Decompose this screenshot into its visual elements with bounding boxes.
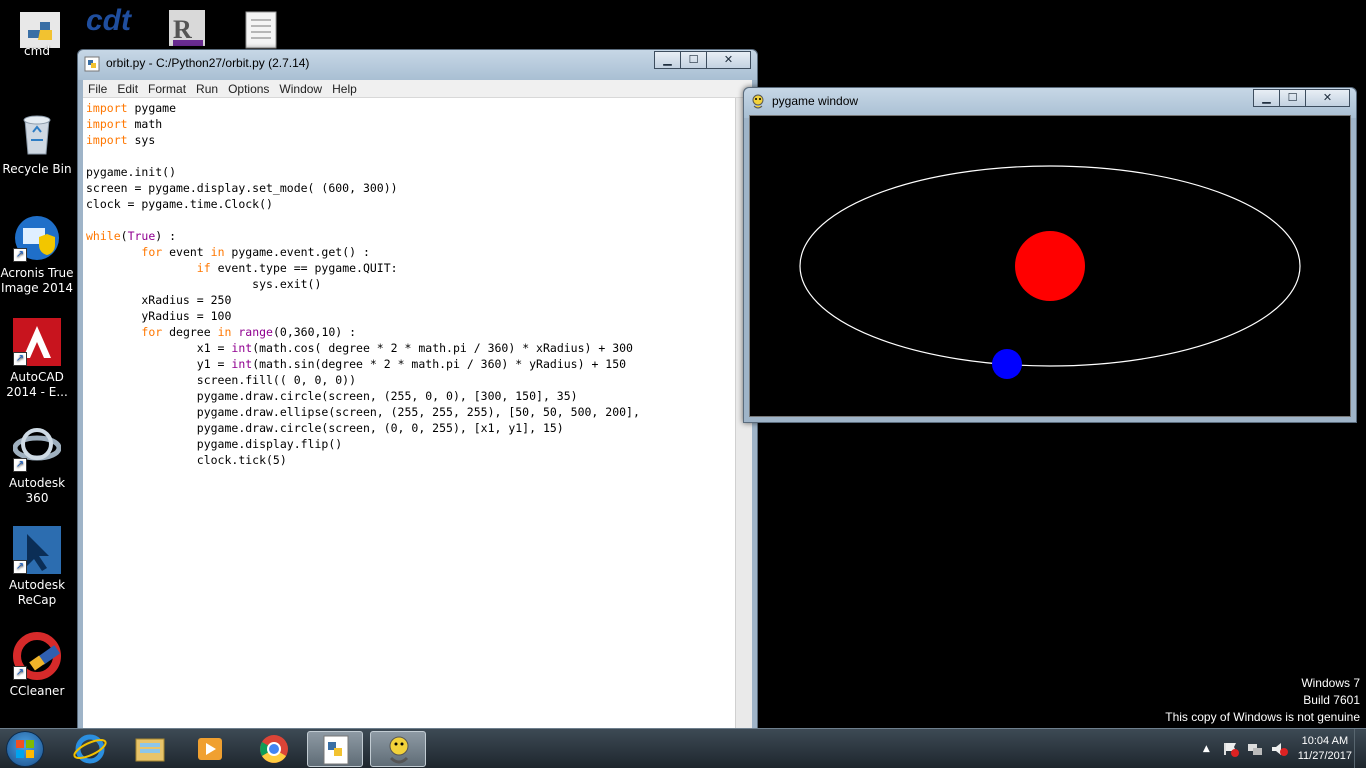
- menu-file[interactable]: File: [83, 80, 112, 97]
- tray-expand-button[interactable]: ▲: [1203, 744, 1210, 754]
- taskbar-chrome[interactable]: [246, 731, 302, 767]
- maximize-button[interactable]: ☐: [1279, 89, 1306, 107]
- volume-muted-icon[interactable]: [1270, 741, 1288, 757]
- folder-icon: [135, 738, 165, 762]
- menu-bar: File Edit Format Run Options Window Help: [83, 80, 752, 98]
- desktop-icon-cdt[interactable]: cdt: [86, 4, 134, 44]
- windows-watermark: Windows 7 Build 7601 This copy of Window…: [1165, 675, 1360, 726]
- menu-format[interactable]: Format: [143, 80, 191, 97]
- shortcut-arrow-icon: ↗: [13, 666, 27, 680]
- shortcut-arrow-icon: ↗: [13, 560, 27, 574]
- pygame-snake-icon: [752, 94, 764, 109]
- start-button[interactable]: [6, 731, 44, 767]
- python-file-icon: [84, 56, 100, 72]
- shortcut-arrow-icon: ↗: [13, 248, 27, 262]
- action-center-flag-icon[interactable]: [1222, 741, 1240, 757]
- taskbar-file-explorer[interactable]: [122, 731, 178, 767]
- internet-explorer-icon: [73, 734, 107, 764]
- pygame-snake-icon: [389, 736, 409, 764]
- watermark-genuine: This copy of Windows is not genuine: [1165, 710, 1360, 724]
- shortcut-arrow-icon: ↗: [13, 352, 27, 366]
- desktop-icon-autodesk-360[interactable]: ↗ Autodesk 360: [0, 424, 74, 506]
- idle-editor-window[interactable]: orbit.py - C:/Python27/orbit.py (2.7.14)…: [77, 49, 758, 729]
- close-button[interactable]: ✕: [706, 51, 751, 69]
- desktop-icon-label: Recycle Bin: [2, 162, 72, 176]
- window-title: pygame window: [772, 94, 859, 108]
- desktop-icon-label: Autodesk 360: [8, 476, 66, 505]
- taskbar-internet-explorer[interactable]: [62, 731, 118, 767]
- minimize-button[interactable]: ▁: [654, 51, 681, 69]
- media-player-icon: [198, 738, 222, 760]
- menu-options[interactable]: Options: [223, 80, 274, 97]
- desktop-icon-label: AutoCAD 2014 - E...: [6, 370, 68, 399]
- desktop-icon-rx[interactable]: R: [163, 6, 211, 46]
- menu-edit[interactable]: Edit: [112, 80, 143, 97]
- taskbar: ▲ 10:04 AM 11/27/2017: [0, 728, 1366, 768]
- taskbar-clock[interactable]: 10:04 AM 11/27/2017: [1298, 734, 1352, 764]
- acronis-icon: ↗: [13, 214, 61, 262]
- show-desktop-button[interactable]: [1354, 729, 1366, 768]
- desktop-icon-autodesk-recap[interactable]: ↗ Autodesk ReCap: [0, 526, 74, 608]
- taskbar-media-player[interactable]: [182, 731, 238, 767]
- maximize-button[interactable]: ☐: [680, 51, 707, 69]
- desktop-icon-text-file[interactable]: [244, 10, 292, 50]
- code-editor[interactable]: import pygame import math import sys pyg…: [83, 98, 735, 728]
- desktop-icon-recycle-bin[interactable]: Recycle Bin: [0, 110, 74, 177]
- shortcut-arrow-icon: ↗: [13, 458, 27, 472]
- desktop-icon-label: Acronis True Image 2014: [0, 266, 74, 295]
- pygame-window[interactable]: pygame window ▁ ☐ ✕: [743, 87, 1357, 423]
- watermark-build: Build 7601: [1303, 693, 1360, 707]
- desktop-icon-cmd[interactable]: cmd: [0, 44, 74, 59]
- desktop-icon-acronis[interactable]: ↗ Acronis True Image 2014: [0, 214, 74, 296]
- watermark-os: Windows 7: [1301, 676, 1360, 690]
- orbit-drawing: [799, 165, 1301, 379]
- autodesk-recap-icon: ↗: [13, 526, 61, 574]
- idle-titlebar[interactable]: orbit.py - C:/Python27/orbit.py (2.7.14)…: [78, 50, 757, 80]
- desktop-icon-ccleaner[interactable]: ↗ CCleaner: [0, 632, 74, 699]
- menu-run[interactable]: Run: [191, 80, 223, 97]
- menu-help[interactable]: Help: [327, 80, 362, 97]
- cdt-logo: cdt: [86, 4, 131, 37]
- chrome-icon: [260, 735, 288, 763]
- ccleaner-icon: ↗: [13, 632, 61, 680]
- taskbar-pygame[interactable]: [370, 731, 426, 767]
- desktop-icon-autocad[interactable]: ↗ AutoCAD 2014 - E...: [0, 318, 74, 400]
- svg-text:R: R: [173, 15, 192, 44]
- system-tray: ▲ 10:04 AM 11/27/2017: [1203, 729, 1352, 768]
- minimize-button[interactable]: ▁: [1253, 89, 1280, 107]
- pygame-canvas[interactable]: [749, 115, 1351, 417]
- clock-time: 10:04 AM: [1301, 735, 1349, 747]
- pygame-titlebar[interactable]: pygame window ▁ ☐ ✕: [744, 88, 1356, 118]
- menu-window[interactable]: Window: [274, 80, 327, 97]
- autodesk-360-icon: ↗: [12, 424, 62, 472]
- network-icon[interactable]: [1246, 741, 1264, 757]
- rx-app-icon: R: [169, 10, 205, 46]
- clock-date: 11/27/2017: [1297, 750, 1352, 762]
- python-file-icon: [323, 735, 349, 765]
- window-title: orbit.py - C:/Python27/orbit.py (2.7.14): [106, 56, 310, 70]
- autocad-icon: ↗: [13, 318, 61, 366]
- windows-logo-icon: [16, 740, 34, 758]
- desktop-icon-label: cmd: [24, 44, 50, 58]
- desktop-icon-label: Autodesk ReCap: [8, 578, 66, 607]
- text-file-icon: [245, 11, 277, 49]
- recycle-bin-icon: [13, 110, 61, 158]
- desktop-icon-label: CCleaner: [9, 684, 65, 698]
- close-button[interactable]: ✕: [1305, 89, 1350, 107]
- planet-circle: [992, 349, 1022, 379]
- sun-circle: [1015, 231, 1085, 301]
- taskbar-idle[interactable]: [307, 731, 363, 767]
- code-text[interactable]: import pygame import math import sys pyg…: [83, 98, 735, 468]
